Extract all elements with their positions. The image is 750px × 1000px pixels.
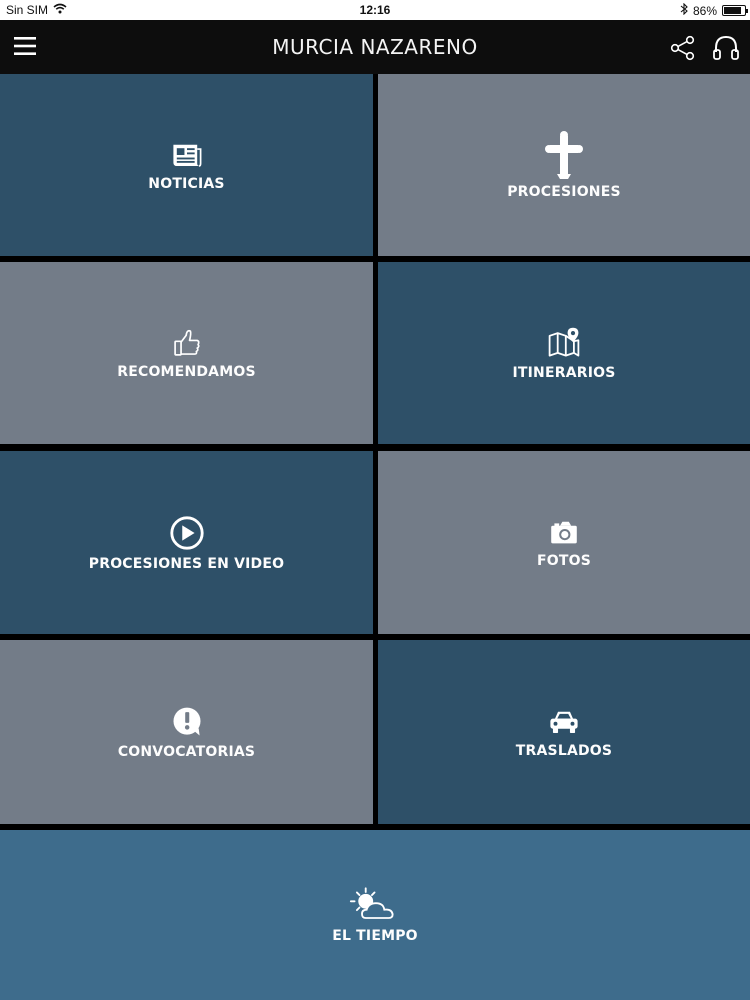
car-icon [550,711,578,734]
tile-label: ITINERARIOS [512,365,616,381]
tile-traslados[interactable]: TRASLADOS [378,640,750,824]
battery-icon [722,5,748,16]
tile-procesiones-en-video[interactable]: PROCESIONES EN VIDEO [0,451,373,634]
tile-label: PROCESIONES EN VIDEO [88,555,285,572]
tile-procesiones[interactable]: PROCESIONES [378,74,750,256]
tile-itinerarios[interactable]: ITINERARIOS [378,262,750,444]
cross-icon [545,131,583,179]
map-pin-icon [548,327,580,357]
newspaper-icon [172,144,201,167]
thumbs-up-icon [173,329,200,356]
bluetooth-icon [680,2,688,18]
headphones-icon[interactable] [712,34,740,62]
tile-label: PROCESIONES [507,184,621,200]
share-icon[interactable] [670,35,696,61]
tile-fotos[interactable]: FOTOS [378,451,750,634]
status-right: 86% [680,2,748,18]
tile-label: FOTOS [537,552,591,569]
play-icon [169,515,204,550]
tile-recomendamos[interactable]: RECOMENDAMOS [0,262,373,444]
alert-bubble-icon [173,707,200,736]
tile-label: EL TIEMPO [332,928,418,944]
tile-label: RECOMENDAMOS [117,364,256,380]
status-time: 12:16 [359,3,391,17]
tile-noticias[interactable]: NOTICIAS [0,74,373,256]
app-header: MURCIA NAZARENO [0,20,750,74]
tile-label: NOTICIAS [148,176,225,192]
tile-label: TRASLADOS [515,743,613,759]
status-bar: Sin SIM 12:16 86% [0,0,750,20]
tile-el-tiempo[interactable]: EL TIEMPO [0,830,750,1000]
app-title: MURCIA NAZARENO [272,35,478,59]
tile-label: CONVOCATORIAS [117,744,256,760]
camera-icon [551,521,577,543]
battery-percent: 86% [692,3,717,18]
weather-icon [349,887,394,919]
tile-convocatorias[interactable]: CONVOCATORIAS [0,640,373,824]
